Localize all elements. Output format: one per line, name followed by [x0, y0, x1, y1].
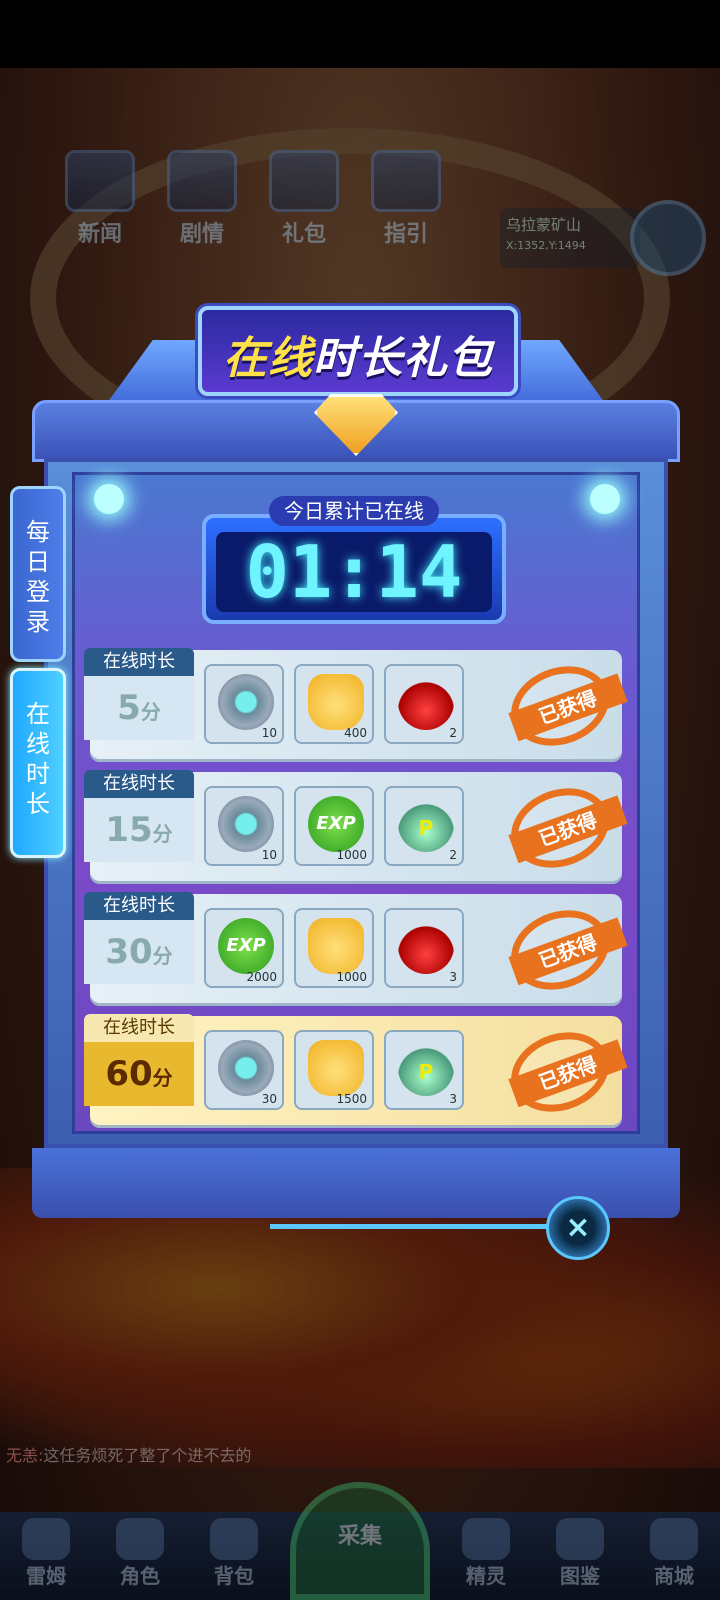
reward-item[interactable]: 400	[294, 664, 374, 744]
red-potion-icon	[398, 918, 454, 974]
cat-coin-icon	[308, 1040, 364, 1096]
reward-item[interactable]: 2	[384, 664, 464, 744]
tab-online-time[interactable]: 在线时长	[10, 668, 66, 858]
reward-item[interactable]: EXP 2000	[204, 908, 284, 988]
row-duration: 60分	[84, 1042, 194, 1106]
p-potion-icon: P	[398, 1040, 454, 1096]
cat-coin-icon	[308, 674, 364, 730]
reward-item[interactable]: P3	[384, 1030, 464, 1110]
tab-daily-login[interactable]: 每日登录	[10, 486, 66, 662]
spotlight-icon	[590, 484, 620, 514]
timer-label: 今日累计已在线	[269, 496, 439, 526]
energy-icon	[218, 796, 274, 852]
online-gift-panel: 在线时长礼包 01:14 今日累计已在线 在线时长 5分 10 400 2 已获…	[32, 306, 680, 1218]
claimed-stamp: 已获得	[500, 897, 628, 1003]
row-duration: 5分	[84, 676, 194, 740]
claimed-stamp: 已获得	[500, 775, 628, 881]
reward-row: 在线时长 5分 10 400 2 已获得	[84, 648, 628, 762]
reward-item[interactable]: 10	[204, 786, 284, 866]
title-plate: 在线时长礼包	[198, 306, 518, 396]
energy-icon	[218, 1040, 274, 1096]
energy-icon	[218, 674, 274, 730]
reward-row: 在线时长 30分 EXP 2000 1000 3 已获得	[84, 892, 628, 1006]
row-duration: 15分	[84, 798, 194, 862]
status-bar	[0, 0, 720, 68]
row-duration: 30分	[84, 920, 194, 984]
reward-item[interactable]: EXP 1000	[294, 786, 374, 866]
close-button[interactable]: ×	[546, 1196, 610, 1260]
red-potion-icon	[398, 674, 454, 730]
reward-item[interactable]: 3	[384, 908, 464, 988]
reward-item[interactable]: 10	[204, 664, 284, 744]
panel-tabs: 每日登录 在线时长	[10, 486, 66, 858]
online-timer: 01:14	[216, 532, 492, 612]
cat-coin-icon	[308, 918, 364, 974]
spotlight-icon	[94, 484, 124, 514]
reward-row: 在线时长 15分 10 EXP 1000 P2 已获得	[84, 770, 628, 884]
reward-item[interactable]: 30	[204, 1030, 284, 1110]
p-potion-icon: P	[398, 796, 454, 852]
exp-orb-icon: EXP	[218, 918, 274, 974]
reward-item[interactable]: 1000	[294, 908, 374, 988]
timer-box: 01:14	[202, 514, 506, 624]
exp-orb-icon: EXP	[308, 796, 364, 852]
reward-item[interactable]: 1500	[294, 1030, 374, 1110]
panel-title: 在线时长礼包	[223, 333, 493, 384]
reward-item[interactable]: P2	[384, 786, 464, 866]
claimed-stamp: 已获得	[500, 1019, 628, 1125]
reward-row: 在线时长 60分 30 1500 P3 已获得	[84, 1014, 628, 1128]
claimed-stamp: 已获得	[500, 653, 628, 759]
